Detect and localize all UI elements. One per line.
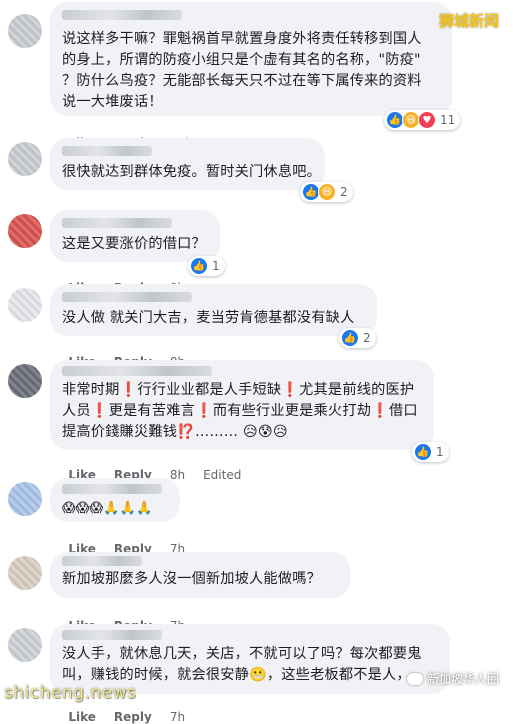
commenter-name[interactable] <box>62 218 172 228</box>
commenter-avatar[interactable] <box>8 482 42 516</box>
comment-line: 非常时期❗行行业业都是人手短缺❗尤其是前线的医护 <box>62 382 415 398</box>
comment-line: 说这样多干嘛？罪魁祸首早就置身度外将责任转移到国人 <box>62 31 422 47</box>
commenter-name[interactable] <box>62 10 182 20</box>
like-reaction-icon: 👍 <box>414 443 432 461</box>
reaction-summary[interactable]: 👍 😆 2 <box>300 182 353 202</box>
commenter-name[interactable] <box>62 630 162 640</box>
like-link[interactable]: Like <box>68 710 96 724</box>
edited-label[interactable]: Edited <box>203 468 241 482</box>
commenter-avatar[interactable] <box>8 628 42 662</box>
commenter-name[interactable] <box>62 484 162 494</box>
commenter-name[interactable] <box>62 146 152 156</box>
comment-line: 人员❗更是有苦难言❗而有些行业更是乘火打劫❗借口 <box>62 403 418 419</box>
reaction-count: 2 <box>363 331 371 345</box>
watermark-bottom-left: shicheng.news <box>4 683 137 703</box>
watermark-bottom-right-text: 新加坡华人圈 <box>426 672 499 686</box>
comment-line: 提高价錢賺災難钱⁉️……… 😥😰😥 <box>62 424 288 440</box>
comment-line: 很快就达到群体免疫。暂时关门休息吧。 <box>62 164 321 180</box>
commenter-name[interactable] <box>62 556 142 566</box>
commenter-avatar[interactable] <box>8 556 42 590</box>
watermark-top-right: 狮城新闻 <box>438 12 499 30</box>
reply-link[interactable]: Reply <box>114 710 152 724</box>
commenter-avatar[interactable] <box>8 214 42 248</box>
commenter-avatar[interactable] <box>8 364 42 398</box>
comment-line: ？防什么鸟疫？无能部长每天只不过在等下属传来的资料 <box>62 73 422 89</box>
like-reaction-icon: 👍 <box>341 329 359 347</box>
reaction-count: 2 <box>340 185 348 199</box>
watermark-bottom-right: 新加坡华人圈 <box>406 670 499 687</box>
reaction-count: 11 <box>440 113 456 127</box>
comment-line: 没人做 就关门大吉，麦当劳肯德基都没有缺人 <box>62 310 355 326</box>
reaction-count: 1 <box>212 259 220 273</box>
comment-line: 的身上，所谓的防疫小组只是个虚有其名的名称，"防疫" <box>62 52 421 68</box>
reaction-count: 1 <box>436 445 444 459</box>
reaction-summary[interactable]: 👍 😆 ♥ 11 <box>384 110 461 130</box>
haha-reaction-icon: 😆 <box>318 183 336 201</box>
love-reaction-icon: ♥ <box>418 111 436 129</box>
reaction-summary[interactable]: 👍 1 <box>412 442 449 462</box>
comment-line: 说一大堆废话！ <box>62 94 163 110</box>
comment-line: 😱😱😱🙏🙏🙏 <box>62 501 153 516</box>
commenter-name[interactable] <box>62 366 212 376</box>
wechat-icon <box>406 672 423 685</box>
comment-line: 这是又要涨价的借口？ <box>62 236 206 252</box>
comment-line: 新加坡那麼多人沒一個新加坡人能做嗎？ <box>62 571 321 587</box>
reaction-summary[interactable]: 👍 2 <box>339 328 376 348</box>
comment-timestamp[interactable]: 7h <box>170 710 185 724</box>
commenter-avatar[interactable] <box>8 14 42 48</box>
comment-timestamp[interactable]: 8h <box>170 468 185 482</box>
commenter-avatar[interactable] <box>8 142 42 176</box>
commenter-name[interactable] <box>62 292 192 302</box>
comment-line: 没人手，就休息几天，关店，不就可以了吗？每次都要鬼 <box>62 646 422 662</box>
commenter-avatar[interactable] <box>8 288 42 322</box>
